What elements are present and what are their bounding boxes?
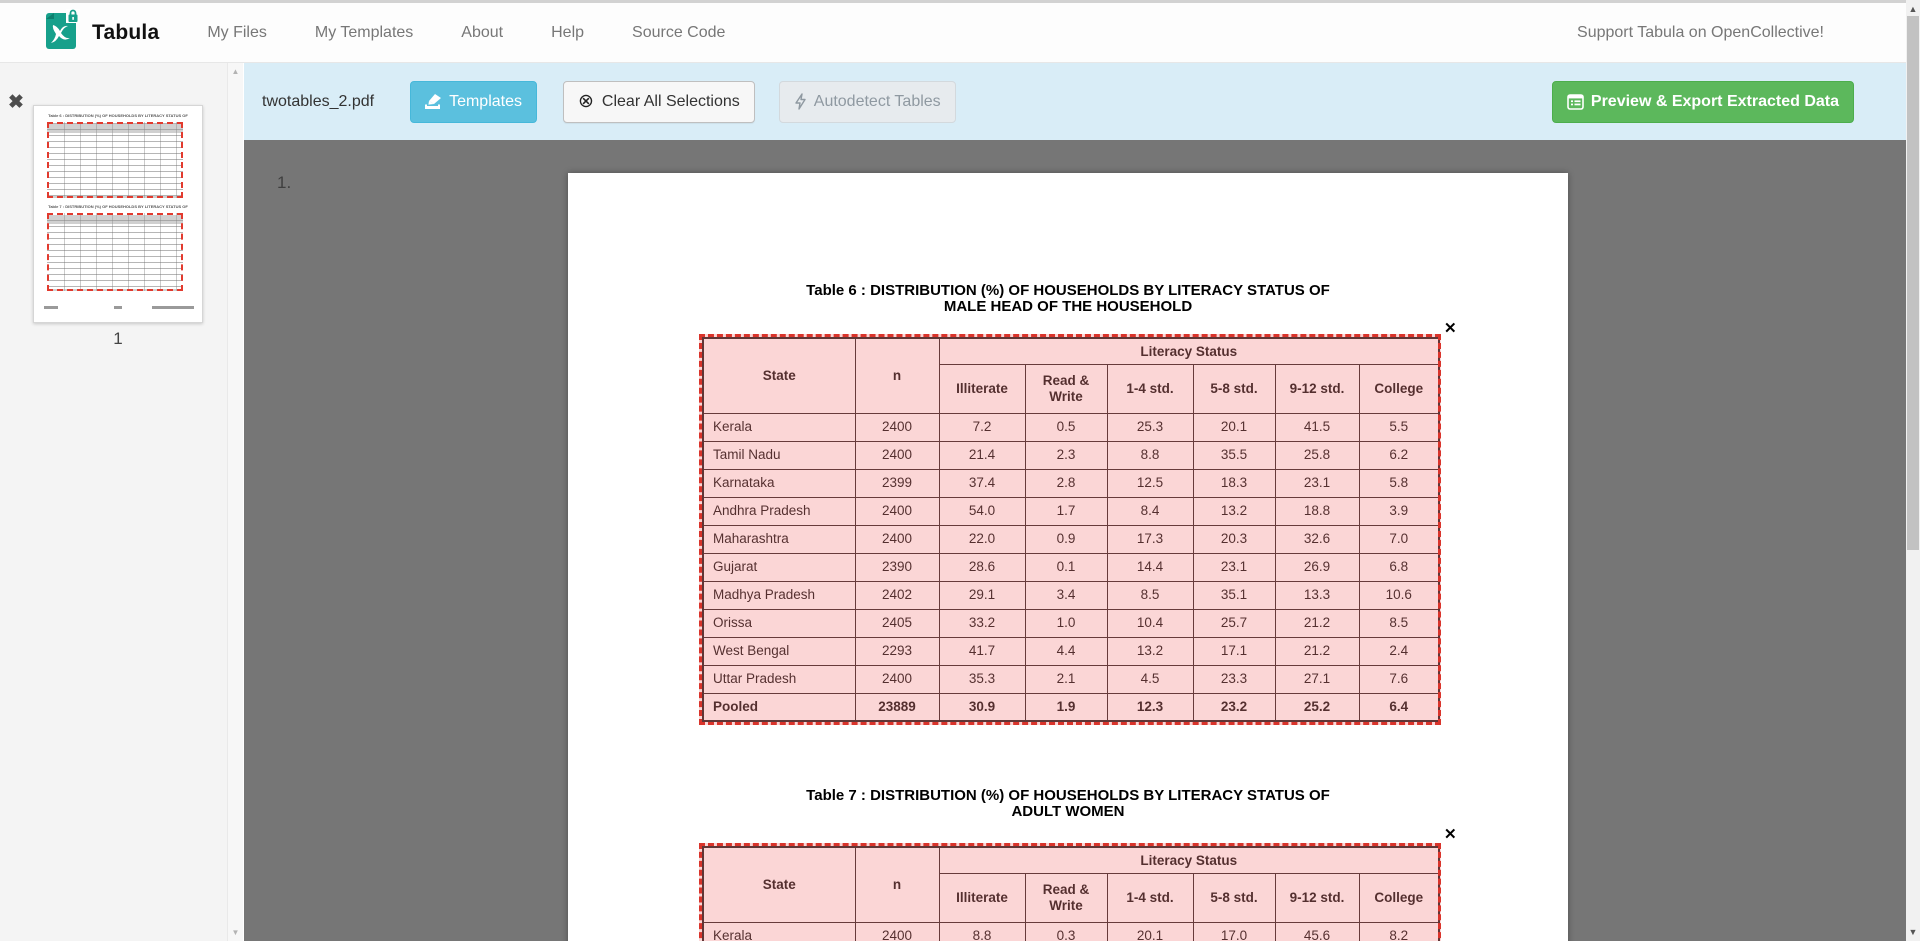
brand[interactable]: Tabula: [44, 9, 159, 56]
nav-item-source-code[interactable]: Source Code: [608, 3, 749, 62]
save-template-icon: [425, 94, 442, 110]
autodetect-tables-label: Autodetect Tables: [814, 93, 941, 111]
nav-item-my-files[interactable]: My Files: [183, 3, 291, 62]
sidebar-scroll-down-icon[interactable]: ▼: [228, 928, 243, 937]
nav-item-help[interactable]: Help: [527, 3, 608, 62]
clear-all-selections-label: Clear All Selections: [602, 93, 740, 111]
nav-item-my-templates[interactable]: My Templates: [291, 3, 437, 62]
main-scrollbar-thumb[interactable]: [1907, 16, 1919, 550]
window-top-edge: [0, 0, 1920, 3]
main-scrollbar[interactable]: ▲ ▼: [1906, 0, 1920, 941]
pdf-viewport: 1. Table 6 : DISTRIBUTION (%) OF HOUSEHO…: [244, 140, 1906, 941]
table7-title-line1: Table 7 : DISTRIBUTION (%) OF HOUSEHOLDS…: [568, 788, 1568, 804]
sidebar-scrollbar[interactable]: ▲ ▼: [227, 63, 243, 941]
table7-selection-close-icon[interactable]: ✕: [1444, 827, 1457, 842]
export-table-icon: [1567, 94, 1584, 110]
thumbnail-table7-title: Table 7 : DISTRIBUTION (%) OF HOUSEHOLDS…: [34, 205, 202, 209]
table7-title-line2: ADULT WOMEN: [568, 804, 1568, 820]
autodetect-tables-button[interactable]: Autodetect Tables: [779, 81, 956, 123]
sidebar: ✖ Table 6 : DISTRIBUTION (%) OF HOUSEHOL…: [0, 63, 227, 941]
pdf-filename: twotables_2.pdf: [262, 93, 374, 111]
main-scroll-up-icon[interactable]: ▲: [1906, 4, 1920, 14]
table6-selection-close-icon[interactable]: ✕: [1444, 321, 1457, 336]
clear-selections-icon: ⊗: [578, 92, 594, 111]
thumbnail-selection-table7: [47, 213, 183, 291]
preview-export-label: Preview & Export Extracted Data: [1591, 93, 1839, 111]
thumbnail-selection-table6: [47, 122, 183, 198]
table6-selection-overlay[interactable]: [699, 334, 1441, 725]
clear-all-selections-button[interactable]: ⊗ Clear All Selections: [563, 81, 755, 123]
main-scroll-down-icon[interactable]: ▼: [1906, 927, 1920, 937]
page-thumbnail[interactable]: Table 6 : DISTRIBUTION (%) OF HOUSEHOLDS…: [33, 105, 203, 323]
preview-export-button[interactable]: Preview & Export Extracted Data: [1552, 81, 1854, 123]
page-index-label: 1.: [277, 173, 291, 193]
toolbar: twotables_2.pdf Templates ⊗ Clear All Se…: [244, 63, 1906, 140]
navbar: Tabula My Files My Templates About Help …: [0, 3, 1920, 63]
support-link[interactable]: Support Tabula on OpenCollective!: [1577, 24, 1824, 42]
nav-item-about[interactable]: About: [437, 3, 527, 62]
table7-selection-overlay[interactable]: [699, 843, 1441, 941]
pdf-page[interactable]: Table 6 : DISTRIBUTION (%) OF HOUSEHOLDS…: [568, 173, 1568, 941]
thumbnail-table6-title: Table 6 : DISTRIBUTION (%) OF HOUSEHOLDS…: [34, 114, 202, 118]
brand-title: Tabula: [92, 21, 159, 45]
templates-button-label: Templates: [449, 93, 522, 111]
remove-file-icon[interactable]: ✖: [8, 93, 24, 112]
tabula-logo-icon: [44, 9, 82, 56]
table6-title-line2: MALE HEAD OF THE HOUSEHOLD: [568, 299, 1568, 315]
nav-links: My Files My Templates About Help Source …: [183, 3, 749, 62]
sidebar-scroll-up-icon[interactable]: ▲: [228, 67, 243, 76]
thumbnail-page-number: 1: [33, 329, 203, 349]
lightning-bolt-icon: [794, 93, 807, 110]
table6-title-line1: Table 6 : DISTRIBUTION (%) OF HOUSEHOLDS…: [568, 283, 1568, 299]
templates-button[interactable]: Templates: [410, 81, 537, 123]
